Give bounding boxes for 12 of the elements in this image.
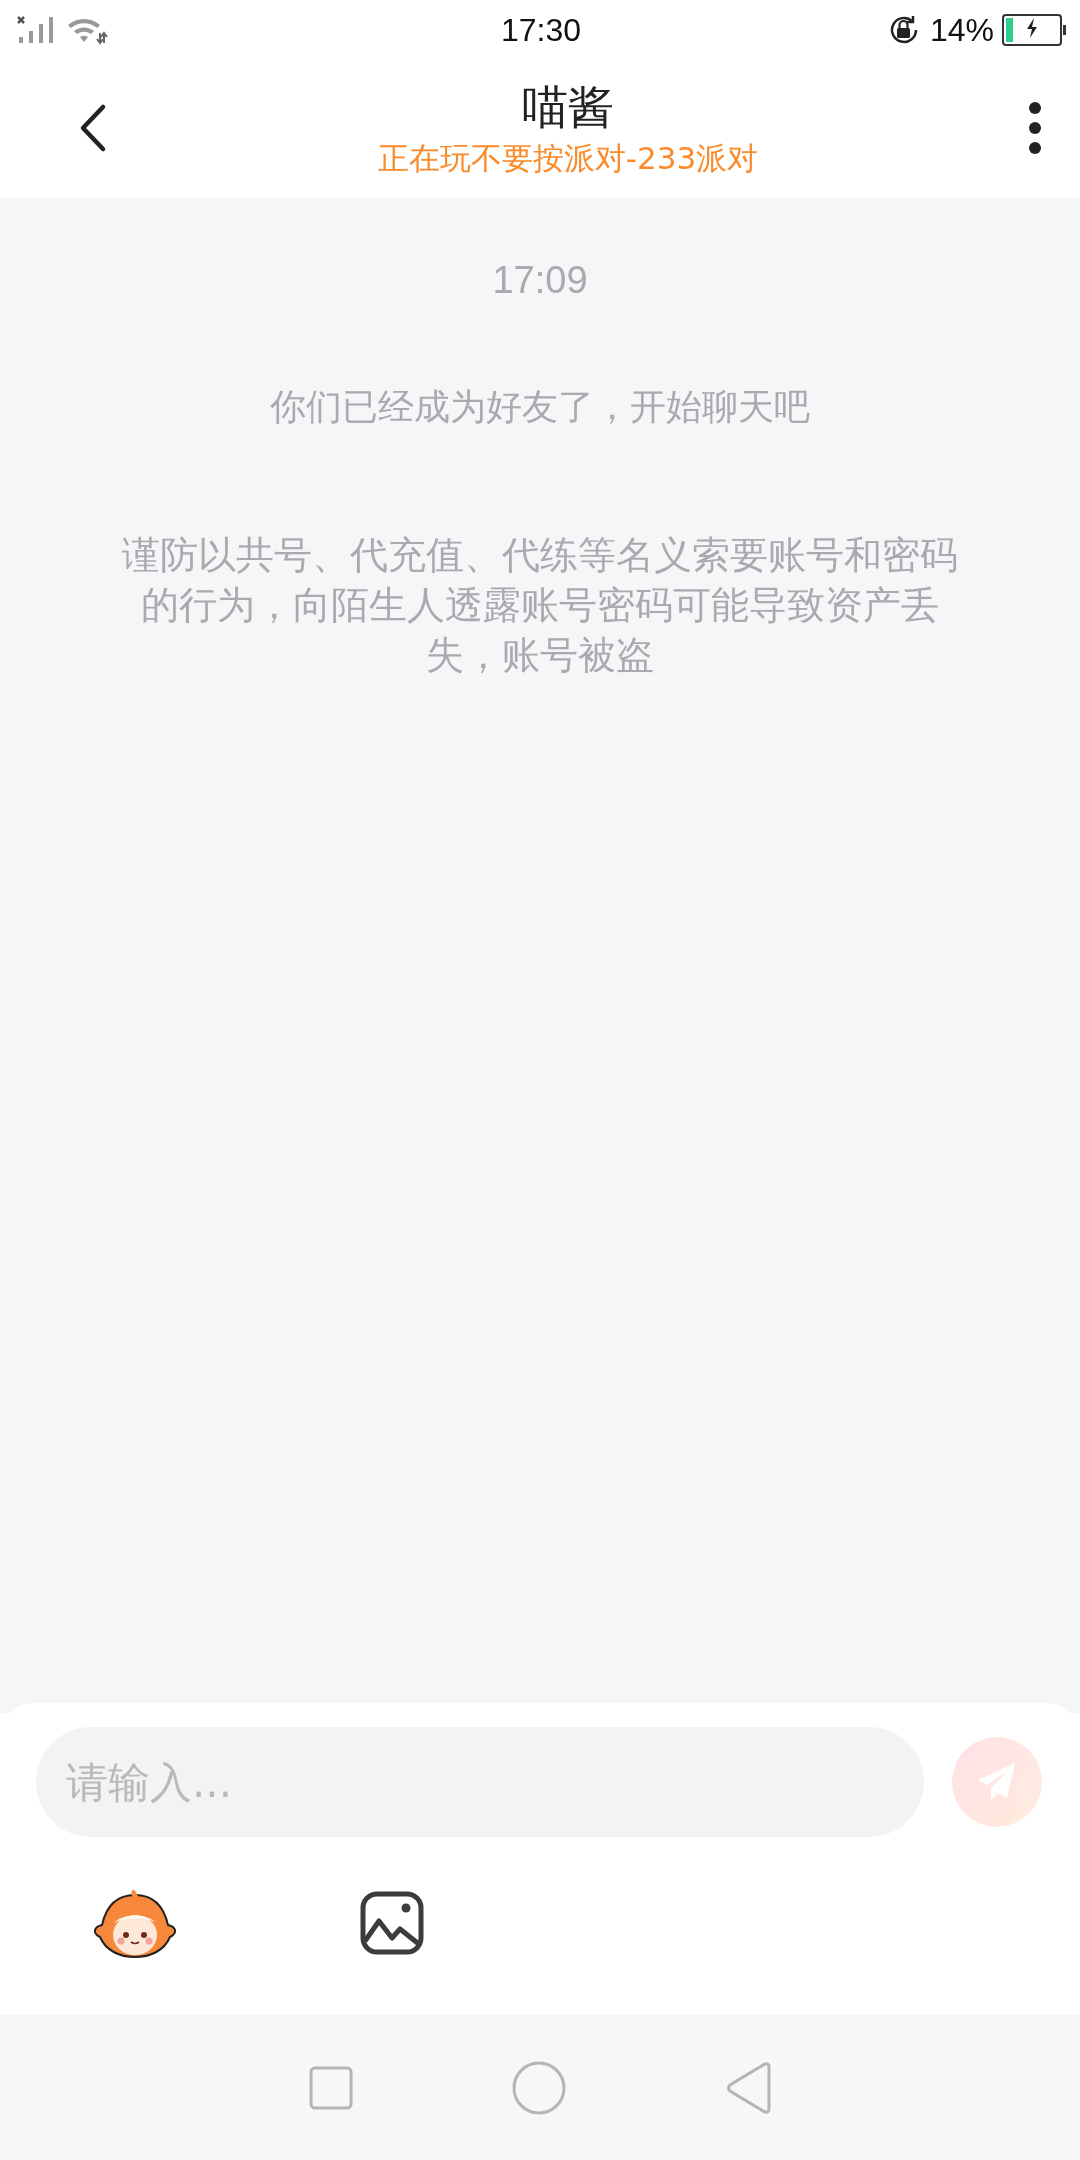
image-icon[interactable] — [360, 1891, 424, 1955]
more-icon[interactable] — [1028, 101, 1042, 155]
message-input[interactable]: 请输入... — [36, 1727, 924, 1837]
security-warning: 谨防以共号、代充值、代练等名义索要账号和密码的行为，向陌生人透露账号密码可能导致资产丢失，账号被盗 — [121, 532, 959, 679]
system-notice: 你们已经成为好友了，开始聊天吧 — [270, 385, 810, 429]
game-status: 正在玩不要按派对-233派对 — [377, 139, 759, 178]
battery-percent: 14% — [929, 11, 994, 49]
message-time: 17:09 — [492, 258, 588, 303]
signal-icon — [16, 15, 56, 45]
contact-name: 喵酱 — [522, 79, 614, 136]
back-icon[interactable] — [78, 103, 108, 153]
clock-time: 17:30 — [500, 11, 582, 49]
